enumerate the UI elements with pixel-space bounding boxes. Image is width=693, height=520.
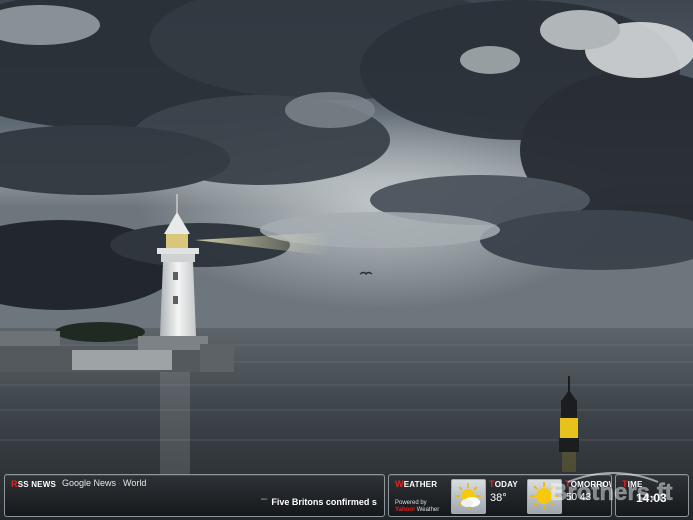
rss-title-rest: SS NEWS (17, 480, 56, 489)
powered-weather-label: Weather (416, 507, 440, 513)
today-temperature: 38° (490, 492, 507, 504)
ticker-headline[interactable]: Five Britons confirmed s (271, 497, 377, 507)
news-ticker[interactable]: """ Five Britons confirmed s (261, 493, 384, 507)
lighthouse-storm-scene (0, 0, 693, 520)
weather-title-initial: W (395, 479, 404, 489)
weather-title-rest: EATHER (403, 480, 438, 489)
today-title: TODAY (489, 479, 518, 489)
rss-news-widget[interactable]: RSS NEWS Google News · World """ Five Brito… (4, 474, 385, 517)
weather-title: WEATHER (395, 479, 437, 489)
partly-cloudy-icon (451, 479, 486, 514)
today-title-rest: ODAY (494, 480, 518, 489)
tomorrow-title-rest: OMORROW (570, 480, 612, 489)
tomorrow-temperature: 50 43 (566, 492, 592, 503)
sunny-icon (527, 479, 562, 514)
rss-title-initial: R (11, 479, 18, 489)
ticker-marker: """ (261, 498, 268, 505)
clock-readout: 14:03 (636, 491, 667, 505)
feed-source: Google News (62, 478, 117, 488)
yahoo-logo: Yahoo! (395, 507, 416, 513)
weather-widget[interactable]: WEATHER Powered by Yahoo! Weather TODAY … (388, 474, 612, 517)
feed-separator: · (118, 478, 122, 488)
rss-news-title: RSS NEWS (11, 479, 56, 489)
tomorrow-title: TOMORROW (565, 479, 612, 489)
rss-feed-name[interactable]: Google News · World (62, 478, 146, 488)
time-widget[interactable]: TIME 14:03 (615, 474, 689, 517)
powered-by-yahoo[interactable]: Powered by Yahoo! Weather (395, 500, 439, 514)
powered-by-label: Powered by (395, 500, 427, 506)
desktop-wallpaper (0, 0, 693, 520)
time-title: TIME (622, 479, 643, 489)
time-title-rest: IME (627, 480, 643, 489)
feed-section: World (123, 478, 147, 488)
